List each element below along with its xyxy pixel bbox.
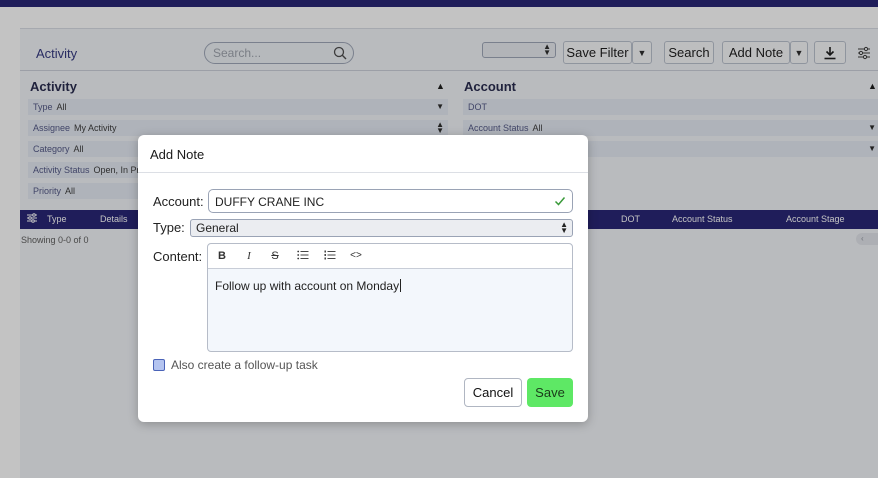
cancel-button[interactable]: Cancel	[464, 378, 522, 407]
content-editor[interactable]: B I S <> Follow up with account on Monda…	[207, 243, 573, 352]
bold-button[interactable]: B	[214, 249, 230, 263]
dialog-title: Add Note	[150, 147, 205, 162]
numbered-list-button[interactable]	[322, 249, 338, 263]
type-label: Type:	[153, 220, 185, 235]
account-input[interactable]	[215, 193, 535, 210]
check-icon	[554, 197, 566, 206]
text-caret	[400, 279, 402, 292]
editor-toolbar: B I S <>	[208, 244, 572, 269]
type-select-value: General	[196, 221, 239, 235]
content-value: Follow up with account on Monday	[215, 279, 400, 293]
bullet-list-icon	[297, 250, 309, 260]
italic-button[interactable]: I	[241, 249, 257, 263]
strikethrough-button[interactable]: S	[267, 249, 283, 263]
followup-checkbox[interactable]	[153, 359, 165, 371]
numbered-list-icon	[324, 250, 336, 260]
bullet-list-button[interactable]	[295, 249, 311, 263]
type-select[interactable]: General ▲ ▼	[190, 219, 573, 237]
account-label: Account:	[153, 194, 204, 209]
dialog-divider	[138, 172, 588, 173]
code-button[interactable]: <>	[348, 249, 364, 263]
followup-label[interactable]: Also create a follow-up task	[171, 358, 318, 372]
save-button[interactable]: Save	[527, 378, 573, 407]
content-text[interactable]: Follow up with account on Monday	[215, 279, 402, 293]
account-field[interactable]	[208, 189, 573, 213]
select-arrows-icon: ▲ ▼	[560, 220, 568, 235]
add-note-dialog: Add Note Account: Type: General ▲▼ Conte…	[138, 135, 588, 422]
content-label: Content:	[153, 249, 203, 264]
